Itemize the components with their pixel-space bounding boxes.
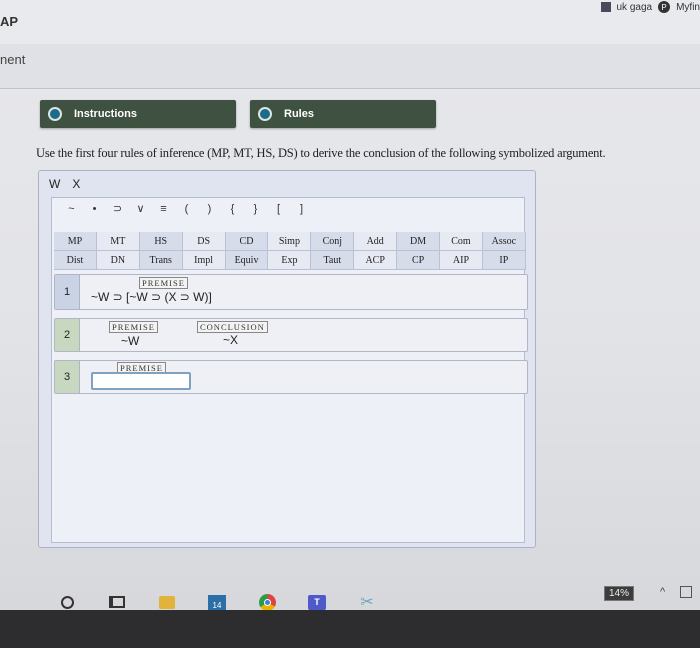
rule-button-ds[interactable]: DS [182,232,226,251]
rule-button-mt[interactable]: MT [96,232,140,251]
variable-x-button[interactable]: X [72,177,80,191]
profile-label[interactable]: Myfin [676,2,700,13]
tilde-button[interactable]: ~ [60,203,83,215]
line-number: 2 [55,319,80,351]
dot-button[interactable]: • [83,203,106,215]
course-header-text: nent [0,52,26,67]
rule-button-acp[interactable]: ACP [354,251,398,270]
rule-button-cd[interactable]: CD [225,232,269,251]
horseshoe-button[interactable]: ⊃ [106,202,129,215]
teams-icon[interactable]: T [308,593,326,611]
rule-button-trans[interactable]: Trans [139,251,183,270]
rule-button-cp[interactable]: CP [397,251,441,270]
proof-line-2[interactable]: 2 PREMISE ~W CONCLUSION ~X [54,318,528,352]
rule-button-add[interactable]: Add [354,232,398,251]
bookmark-label[interactable]: uk gaga [617,2,653,13]
conclusion-formula: ~X [223,333,239,347]
rule-button-ip[interactable]: IP [482,251,526,270]
open-bracket-button[interactable]: [ [267,203,290,215]
instructions-dot-icon [48,107,62,121]
line-3-input[interactable] [91,372,191,390]
variable-w-button[interactable]: W [49,177,60,191]
conclusion-tag: CONCLUSION [197,321,268,333]
rule-button-dm[interactable]: DM [397,232,441,251]
calendar-icon[interactable]: 14 [208,593,226,611]
calendar-day: 14 [208,594,226,610]
rule-button-com[interactable]: Com [440,232,483,251]
proof-panel: W X ~ • ⊃ ∨ ≡ ( ) { } [ ] MP MT HS DS CD Simp… [38,170,536,548]
proof-workspace: ~ • ⊃ ∨ ≡ ( ) { } [ ] MP MT HS DS CD Simp Conj… [51,197,528,543]
rule-button-mp[interactable]: MP [54,232,97,251]
rule-button-impl[interactable]: Impl [182,251,226,270]
search-icon[interactable] [58,593,76,611]
file-explorer-icon[interactable] [158,593,176,611]
screen: AP uk gaga P Myfin nent Instructions Rul… [0,0,700,611]
line-number: 3 [55,361,80,393]
rule-button-simp[interactable]: Simp [268,232,312,251]
proof-line-3[interactable]: 3 PREMISE [54,360,528,394]
monitor-bezel [0,610,700,648]
symbol-toolbar: ~ • ⊃ ∨ ≡ ( ) { } [ ] [52,202,524,216]
browser-top-bar: AP uk gaga P Myfin [0,0,700,45]
premise-tag: PREMISE [109,321,158,333]
profile-icon[interactable]: P [658,1,671,13]
rule-button-dist[interactable]: Dist [54,251,97,270]
premise-formula: ~W [121,334,140,348]
task-view-icon[interactable] [108,593,126,611]
rule-button-taut[interactable]: Taut [311,251,355,270]
instructions-label: Instructions [74,108,137,120]
variable-bar: W X [49,177,80,191]
rules-dot-icon [258,107,272,121]
zoom-percent-badge: 14% [604,586,635,601]
chrome-icon[interactable] [258,593,276,611]
tab-stub-text: AP [0,14,19,29]
rules-label: Rules [284,108,314,120]
premise-formula: ~W ⊃ [~W ⊃ (X ⊃ W)] [91,290,212,304]
wedge-button[interactable]: ∨ [129,202,152,215]
rule-button-dn[interactable]: DN [96,251,140,270]
bookmark-icon[interactable] [600,2,611,12]
instruction-text: Use the first four rules of inference (M… [36,146,606,160]
premise-tag: PREMISE [139,277,188,289]
open-brace-button[interactable]: { [221,203,244,215]
tray-window-icon[interactable] [680,586,692,598]
close-paren-button[interactable]: ) [198,203,221,215]
rules-grid: MP MT HS DS CD Simp Conj Add DM Com Assoc Dist DN Tra… [54,232,526,270]
rule-button-assoc[interactable]: Assoc [482,232,526,251]
rule-button-hs[interactable]: HS [139,232,183,251]
snipping-tool-icon[interactable]: ✂ [358,593,376,611]
rule-button-conj[interactable]: Conj [311,232,355,251]
close-brace-button[interactable]: } [244,203,267,215]
rules-tab[interactable]: Rules [250,100,436,128]
top-right-area: uk gaga P Myfin [600,0,700,14]
course-header-bar: nent [0,44,700,89]
proof-line-1[interactable]: 1 PREMISE ~W ⊃ [~W ⊃ (X ⊃ W)] [54,274,528,310]
rule-button-aip[interactable]: AIP [440,251,483,270]
open-paren-button[interactable]: ( [175,203,198,215]
instructions-tab[interactable]: Instructions [40,100,236,128]
rule-button-exp[interactable]: Exp [268,251,312,270]
triple-bar-button[interactable]: ≡ [152,203,175,215]
rule-button-equiv[interactable]: Equiv [225,251,269,270]
tray-chevron-up-icon[interactable]: ^ [660,586,665,598]
close-bracket-button[interactable]: ] [290,203,313,215]
line-number: 1 [55,275,80,309]
